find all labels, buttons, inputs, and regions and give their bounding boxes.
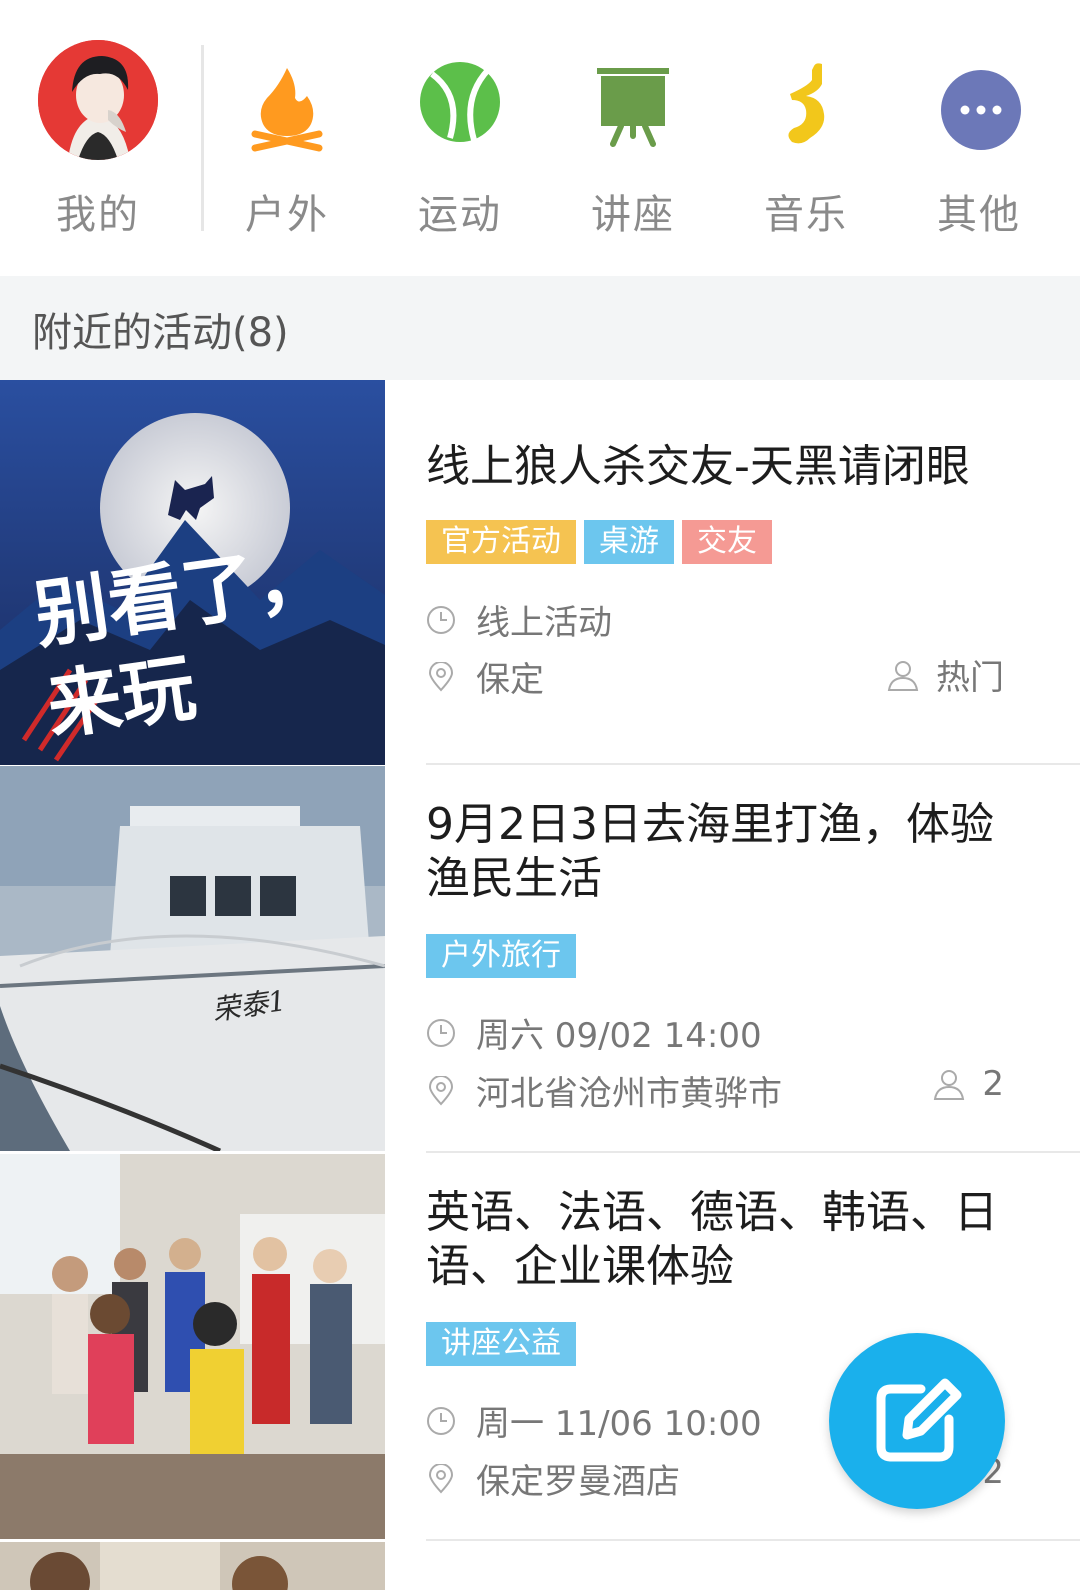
event-location: 保定罗曼酒店 bbox=[426, 1454, 680, 1503]
event-title: 英语、法语、德语、韩语、日语、企业课体验 bbox=[426, 1187, 998, 1292]
event-time-text: 线上活动 bbox=[476, 603, 612, 643]
person-icon bbox=[887, 660, 919, 691]
more-dots-icon bbox=[919, 40, 1039, 160]
clock-icon bbox=[427, 605, 455, 634]
section-title: 附近的活动(8) bbox=[32, 310, 289, 356]
event-image: 别看了，来玩 bbox=[0, 380, 385, 765]
list-divider bbox=[426, 1539, 1080, 1541]
event-time: 周一 11/06 10:00 bbox=[426, 1396, 762, 1445]
event-tag: 户外旅行 bbox=[426, 934, 576, 978]
category-label: 我的 bbox=[56, 192, 140, 238]
tennis-ball-icon bbox=[400, 40, 520, 160]
person-icon bbox=[934, 1070, 965, 1100]
event-participant-count: 热门 bbox=[936, 658, 1004, 698]
category-music[interactable]: 音乐 bbox=[726, 40, 886, 240]
event-tag: 桌游 bbox=[584, 520, 674, 564]
category-sports[interactable]: 运动 bbox=[380, 40, 540, 240]
event-location-text: 保定 bbox=[476, 660, 544, 700]
create-event-button[interactable] bbox=[829, 1333, 1005, 1509]
category-label: 其他 bbox=[937, 192, 1021, 238]
category-divider bbox=[201, 45, 204, 231]
clock-icon bbox=[427, 1018, 455, 1047]
event-tag: 讲座公益 bbox=[426, 1322, 576, 1366]
event-location-text: 保定罗曼酒店 bbox=[476, 1462, 680, 1502]
presentation-board-icon bbox=[573, 40, 693, 160]
event-image: 荣泰1 bbox=[0, 766, 385, 1151]
event-tag: 交友 bbox=[682, 520, 772, 564]
location-pin-icon bbox=[428, 661, 454, 691]
section-header: 附近的活动(8) bbox=[0, 276, 1080, 380]
event-location: 保定 bbox=[426, 652, 544, 701]
event-image bbox=[0, 1542, 385, 1590]
event-item[interactable]: 别看了，来玩 线上狼人杀交友-天黑请闭眼 官方活动 桌游 交友 线上活动 保定 … bbox=[0, 380, 1080, 766]
event-tags: 官方活动 桌游 交友 bbox=[426, 520, 772, 564]
event-image bbox=[0, 1154, 385, 1539]
category-label: 讲座 bbox=[591, 192, 675, 238]
event-title: 线上狼人杀交友-天黑请闭眼 bbox=[426, 441, 970, 492]
list-divider bbox=[426, 1151, 1080, 1153]
event-title: 9月2日3日去海里打渔，体验渔民生活 bbox=[426, 799, 994, 904]
avatar bbox=[38, 40, 158, 160]
category-other[interactable]: 其他 bbox=[899, 40, 1059, 240]
event-participant-count: 2 bbox=[982, 1064, 1004, 1104]
event-participants: 热门 bbox=[886, 650, 1004, 699]
event-time: 周六 09/02 14:00 bbox=[426, 1008, 762, 1057]
category-lecture[interactable]: 讲座 bbox=[553, 40, 713, 240]
category-bar: 我的 户外 运动 讲座 音乐 其他 bbox=[0, 0, 1080, 276]
location-pin-icon bbox=[428, 1463, 454, 1493]
event-tag: 官方活动 bbox=[426, 520, 576, 564]
event-participants: 2 bbox=[932, 1064, 1004, 1104]
category-outdoor[interactable]: 户外 bbox=[207, 40, 367, 240]
event-tags: 讲座公益 bbox=[426, 1322, 576, 1366]
edit-icon bbox=[876, 1378, 962, 1462]
location-pin-icon bbox=[428, 1075, 454, 1105]
clock-icon bbox=[427, 1406, 455, 1435]
event-tags: 户外旅行 bbox=[426, 934, 576, 978]
event-item[interactable]: 荣泰1 9月2日3日去海里打渔，体验渔民生活 户外旅行 周六 09/02 14:… bbox=[0, 766, 1080, 1152]
event-time-text: 周一 11/06 10:00 bbox=[476, 1404, 762, 1444]
campfire-icon bbox=[227, 40, 347, 160]
event-time-text: 周六 09/02 14:00 bbox=[476, 1016, 762, 1056]
event-location: 河北省沧州市黄骅市 bbox=[426, 1066, 782, 1115]
event-location-text: 河北省沧州市黄骅市 bbox=[476, 1074, 782, 1114]
category-mine[interactable]: 我的 bbox=[18, 40, 178, 240]
event-time: 线上活动 bbox=[426, 595, 612, 644]
category-label: 音乐 bbox=[764, 192, 848, 238]
category-label: 户外 bbox=[245, 192, 329, 238]
list-divider bbox=[426, 763, 1080, 765]
category-label: 运动 bbox=[418, 192, 502, 238]
music-note-icon bbox=[746, 40, 866, 160]
